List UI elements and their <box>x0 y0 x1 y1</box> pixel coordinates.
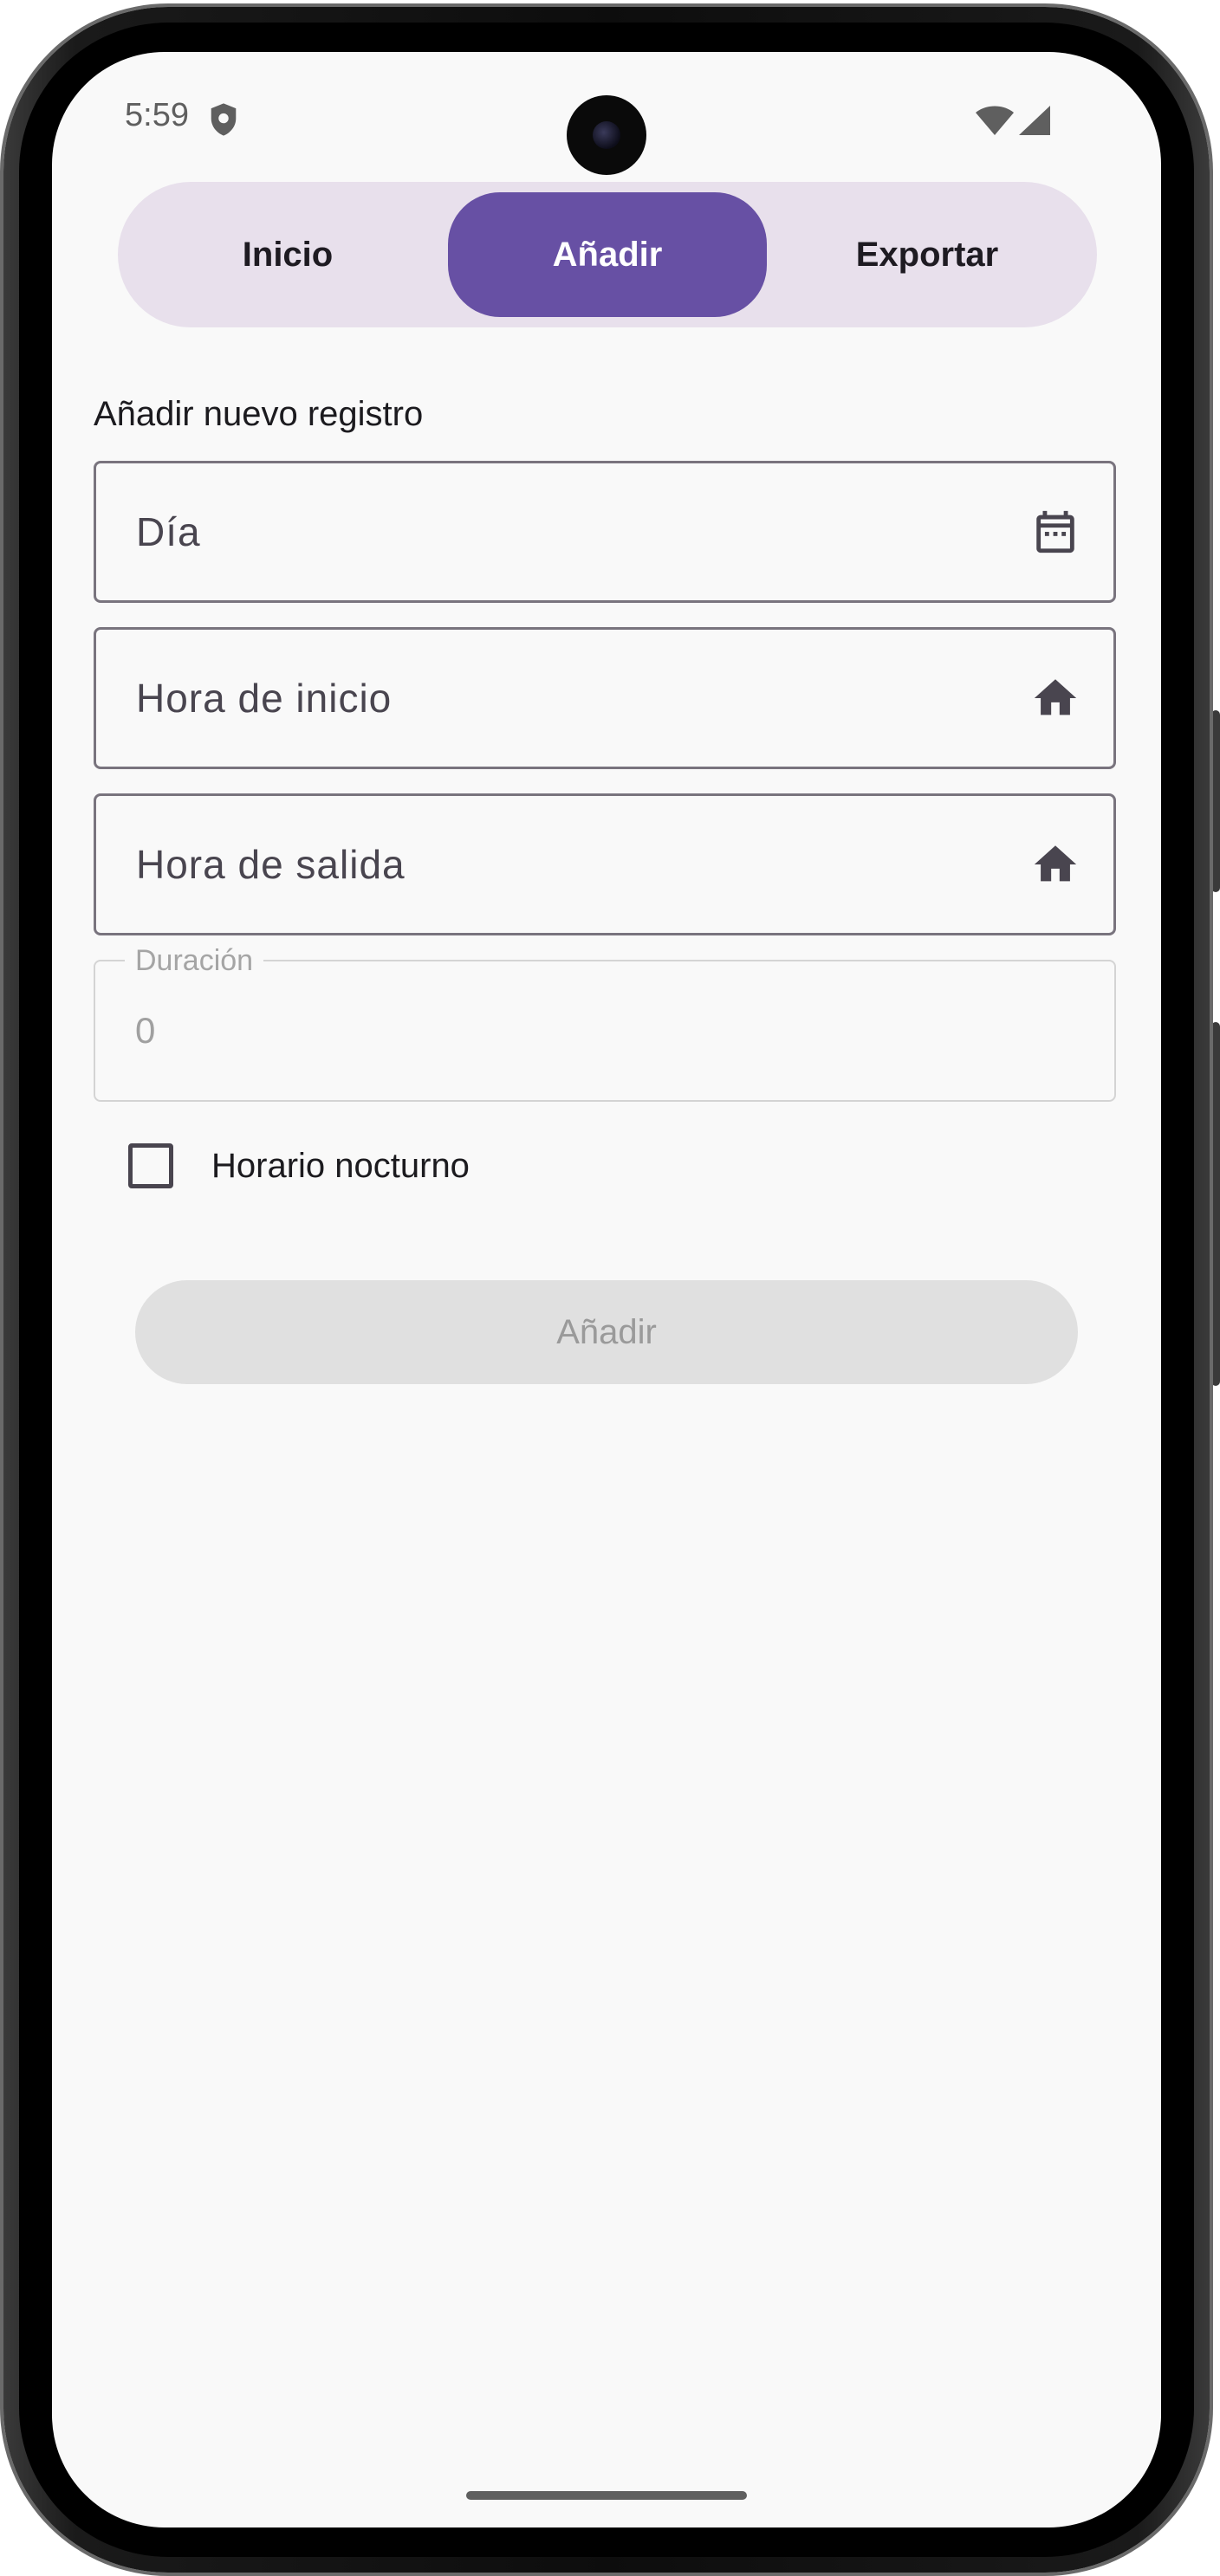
duration-value: 0 <box>135 1010 157 1051</box>
end-time-field[interactable]: Hora de salida <box>94 793 1116 935</box>
day-field-placeholder: Día <box>136 509 201 554</box>
shield-icon <box>211 103 237 136</box>
duration-field: Duración 0 <box>94 944 1116 1102</box>
duration-label: Duración <box>125 944 264 978</box>
cellular-signal-icon <box>1019 106 1050 135</box>
start-time-field[interactable]: Hora de inicio <box>94 627 1116 769</box>
form-title: Añadir nuevo registro <box>94 395 424 433</box>
tab-exportar[interactable]: Exportar <box>768 192 1087 317</box>
front-camera <box>567 95 646 175</box>
app-screen: 5:59 Inicio Añadir Exportar Añadir nuevo… <box>52 52 1161 2527</box>
volume-button <box>1211 710 1220 892</box>
night-schedule-row[interactable]: Horario nocturno <box>128 1138 470 1194</box>
start-time-placeholder: Hora de inicio <box>136 676 393 721</box>
day-field[interactable]: Día <box>94 461 1116 603</box>
home-icon[interactable] <box>1030 839 1080 890</box>
home-icon[interactable] <box>1030 673 1080 723</box>
phone-device: 5:59 Inicio Añadir Exportar Añadir nuevo… <box>0 0 1220 2576</box>
calendar-icon[interactable] <box>1030 507 1080 557</box>
status-time: 5:59 <box>125 97 189 133</box>
night-schedule-checkbox[interactable] <box>128 1143 173 1188</box>
night-schedule-label: Horario nocturno <box>211 1146 470 1185</box>
end-time-placeholder: Hora de salida <box>136 842 406 887</box>
power-button <box>1211 1022 1220 1386</box>
wifi-icon <box>976 106 1014 135</box>
tab-anadir[interactable]: Añadir <box>448 192 767 317</box>
tab-bar: Inicio Añadir Exportar <box>118 182 1097 327</box>
home-indicator[interactable] <box>466 2491 747 2500</box>
add-button[interactable]: Añadir <box>135 1280 1078 1384</box>
tab-inicio[interactable]: Inicio <box>128 192 447 317</box>
